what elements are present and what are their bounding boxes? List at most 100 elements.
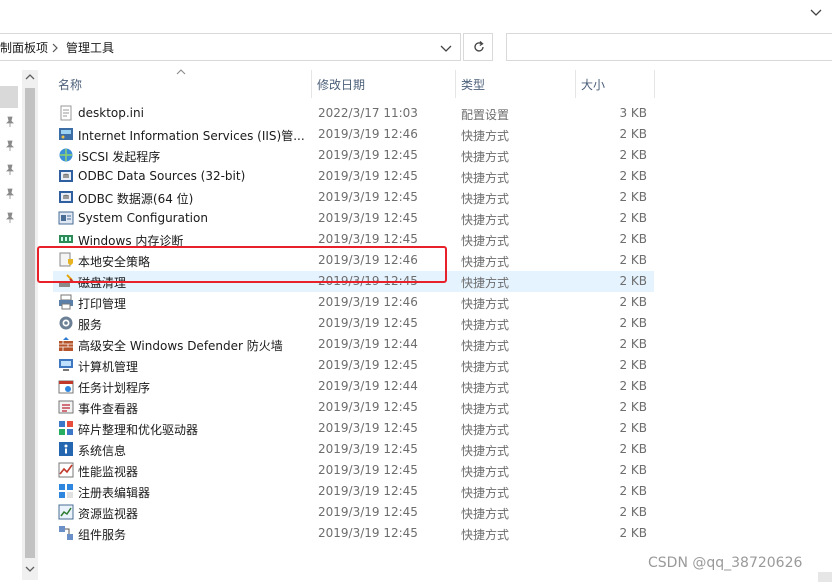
file-type: 快捷方式: [461, 276, 510, 290]
file-modified-date: 2019/3/19 12:45: [318, 442, 418, 456]
file-row[interactable]: 本地安全策略 2019/3/19 12:46 快捷方式 2 KB: [53, 250, 654, 271]
pin-icon[interactable]: [4, 116, 16, 128]
file-type: 快捷方式: [461, 528, 510, 542]
file-type: 快捷方式: [461, 192, 510, 206]
file-name: 碎片整理和优化驱动器: [78, 423, 199, 437]
file-name: 性能监视器: [78, 465, 139, 479]
file-size: 2 KB: [619, 484, 647, 498]
file-row[interactable]: desktop.ini 2022/3/17 11:03 配置设置 3 KB: [53, 103, 654, 124]
file-row[interactable]: 磁盘清理 2019/3/19 12:45 快捷方式 2 KB: [53, 271, 654, 292]
pin-icon[interactable]: [4, 188, 16, 200]
file-type: 快捷方式: [461, 381, 510, 395]
address-bar[interactable]: 制面板项 管理工具: [0, 33, 461, 61]
file-type: 快捷方式: [461, 486, 510, 500]
file-row[interactable]: 系统信息 2019/3/19 12:45 快捷方式 2 KB: [53, 439, 654, 460]
column-header-date[interactable]: 修改日期: [312, 70, 456, 98]
file-row[interactable]: ODBC 数据源(64 位) 2019/3/19 12:45 快捷方式 2 KB: [53, 187, 654, 208]
file-modified-date: 2019/3/19 12:45: [318, 232, 418, 246]
breadcrumb-admin-tools[interactable]: 管理工具: [66, 39, 114, 56]
file-row[interactable]: 组件服务 2019/3/19 12:45 快捷方式 2 KB: [53, 523, 654, 544]
file-type: 快捷方式: [461, 318, 510, 332]
file-row[interactable]: Windows 内存诊断 2019/3/19 12:45 快捷方式 2 KB: [53, 229, 654, 250]
chevron-down-icon[interactable]: [808, 4, 824, 20]
file-name: 本地安全策略: [78, 255, 151, 269]
file-name: 高级安全 Windows Defender 防火墙: [78, 339, 283, 353]
file-type: 快捷方式: [461, 213, 510, 227]
file-row[interactable]: 服务 2019/3/19 12:45 快捷方式 2 KB: [53, 313, 654, 334]
vertical-scrollbar[interactable]: [22, 70, 38, 580]
file-size: 2 KB: [619, 505, 647, 519]
system-config-icon: [58, 211, 74, 225]
file-type: 快捷方式: [461, 360, 510, 374]
file-modified-date: 2019/3/19 12:46: [318, 127, 418, 141]
odbc-icon: [59, 170, 73, 182]
pin-icon[interactable]: [4, 212, 16, 224]
breadcrumb-control-panel-items[interactable]: 制面板项: [0, 39, 48, 56]
file-row[interactable]: 注册表编辑器 2019/3/19 12:45 快捷方式 2 KB: [53, 481, 654, 502]
file-modified-date: 2019/3/19 12:45: [318, 190, 418, 204]
sort-ascending-icon: [176, 69, 186, 75]
file-size: 2 KB: [619, 463, 647, 477]
file-row[interactable]: 事件查看器 2019/3/19 12:45 快捷方式 2 KB: [53, 397, 654, 418]
file-size: 2 KB: [619, 295, 647, 309]
file-row[interactable]: ODBC Data Sources (32-bit) 2019/3/19 12:4…: [53, 166, 654, 187]
file-size: 3 KB: [619, 106, 647, 120]
file-row[interactable]: 任务计划程序 2019/3/19 12:44 快捷方式 2 KB: [53, 376, 654, 397]
memory-diagnostic-icon: [59, 235, 73, 243]
horizontal-scroll-stub[interactable]: [818, 572, 832, 582]
file-size: 2 KB: [619, 421, 647, 435]
search-input[interactable]: [506, 33, 832, 61]
file-type: 快捷方式: [461, 129, 510, 143]
file-name: 打印管理: [78, 297, 127, 311]
navigation-pane: [0, 70, 22, 582]
file-row[interactable]: System Configuration 2019/3/19 12:45 快捷方式 2…: [53, 208, 654, 229]
column-header-size[interactable]: 大小: [576, 70, 655, 98]
pin-icon[interactable]: [4, 164, 16, 176]
file-name: ODBC Data Sources (32-bit): [78, 169, 246, 183]
file-type: 快捷方式: [461, 234, 510, 248]
file-name: System Configuration: [78, 211, 208, 225]
file-modified-date: 2019/3/19 12:45: [318, 358, 418, 372]
file-row[interactable]: 高级安全 Windows Defender 防火墙 2019/3/19 12:44…: [53, 334, 654, 355]
refresh-button[interactable]: [463, 33, 493, 61]
scroll-up-icon[interactable]: [25, 72, 35, 82]
file-size: 2 KB: [619, 274, 647, 288]
file-size: 2 KB: [619, 379, 647, 393]
file-type: 快捷方式: [461, 171, 510, 185]
file-row[interactable]: 碎片整理和优化驱动器 2019/3/19 12:45 快捷方式 2 KB: [53, 418, 654, 439]
security-policy-icon: [59, 252, 73, 267]
file-modified-date: 2019/3/19 12:45: [318, 211, 418, 225]
file-type: 快捷方式: [461, 297, 510, 311]
file-type: 快捷方式: [461, 465, 510, 479]
column-header-type[interactable]: 类型: [456, 70, 576, 98]
file-row[interactable]: iSCSI 发起程序 2019/3/19 12:45 快捷方式 2 KB: [53, 145, 654, 166]
file-modified-date: 2019/3/19 12:45: [318, 148, 418, 162]
file-row[interactable]: Internet Information Services (IIS)管... 2…: [53, 124, 654, 145]
iscsi-icon: [59, 148, 73, 162]
address-dropdown-icon[interactable]: [438, 40, 454, 56]
nav-selected-item[interactable]: [0, 86, 18, 108]
file-modified-date: 2019/3/19 12:46: [318, 295, 418, 309]
file-modified-date: 2019/3/19 12:45: [318, 505, 418, 519]
file-type: 快捷方式: [461, 444, 510, 458]
file-type: 配置设置: [461, 108, 510, 122]
file-modified-date: 2019/3/19 12:45: [318, 169, 418, 183]
file-modified-date: 2019/3/19 12:45: [318, 421, 418, 435]
file-size: 2 KB: [619, 127, 647, 141]
file-row[interactable]: 计算机管理 2019/3/19 12:45 快捷方式 2 KB: [53, 355, 654, 376]
chevron-right-icon[interactable]: [50, 41, 60, 55]
file-size: 2 KB: [619, 169, 647, 183]
pin-icon[interactable]: [4, 140, 16, 152]
registry-editor-icon: [59, 484, 73, 498]
file-type: 快捷方式: [461, 255, 510, 269]
file-name: Internet Information Services (IIS)管...: [78, 129, 305, 143]
file-row[interactable]: 资源监视器 2019/3/19 12:45 快捷方式 2 KB: [53, 502, 654, 523]
file-row[interactable]: 性能监视器 2019/3/19 12:45 快捷方式 2 KB: [53, 460, 654, 481]
scroll-down-icon[interactable]: [25, 564, 35, 574]
file-name: Windows 内存诊断: [78, 234, 184, 248]
file-row[interactable]: 打印管理 2019/3/19 12:46 快捷方式 2 KB: [53, 292, 654, 313]
file-modified-date: 2019/3/19 12:45: [318, 316, 418, 330]
file-size: 2 KB: [619, 337, 647, 351]
scrollbar-thumb[interactable]: [25, 88, 35, 558]
file-size: 2 KB: [619, 316, 647, 330]
